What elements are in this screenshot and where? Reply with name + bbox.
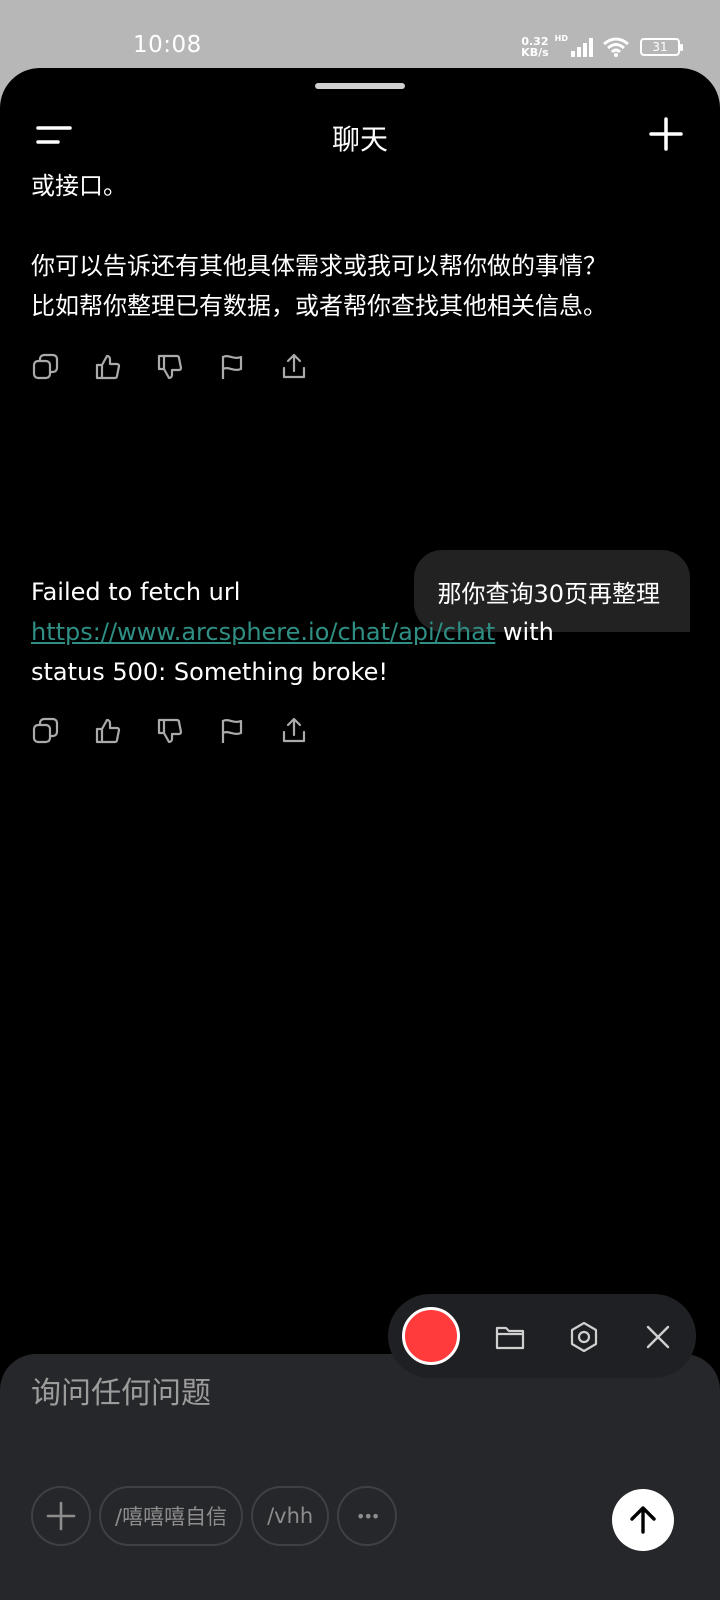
copy-icon[interactable] <box>31 716 61 746</box>
arrow-up-icon <box>630 1506 656 1534</box>
assistant-message: 或接口。 你可以告诉还有其他具体需求或我可以帮你做的事情？ 比如帮你整理已有数据… <box>31 166 671 326</box>
plus-icon[interactable] <box>648 116 684 152</box>
network-speed: 0.32 KB/s <box>521 35 549 59</box>
status-time: 10:08 <box>133 32 202 58</box>
folder-icon[interactable] <box>494 1321 526 1353</box>
message-actions <box>31 716 309 748</box>
error-line: Failed to fetch url <box>31 578 241 606</box>
chat-screen: 聊天 或接口。 你可以告诉还有其他具体需求或我可以帮你做的事情？ 比如帮你整理已… <box>0 68 720 1600</box>
message-line: 或接口。 <box>31 172 127 200</box>
flag-icon[interactable] <box>217 352 247 382</box>
error-line-link: https://www.arcsphere.io/chat/api/chat w… <box>31 618 554 646</box>
error-url-link[interactable]: https://www.arcsphere.io/chat/api/chat <box>31 618 495 646</box>
record-button[interactable] <box>402 1307 460 1365</box>
share-icon[interactable] <box>279 716 309 746</box>
header: 聊天 <box>0 108 720 164</box>
settings-hex-icon[interactable] <box>568 1321 600 1353</box>
message-line: 你可以告诉还有其他具体需求或我可以帮你做的事情？ <box>31 252 607 280</box>
more-options-button[interactable]: ••• <box>337 1486 398 1546</box>
page-title: 聊天 <box>331 123 388 156</box>
error-line: status 500: Something broke! <box>31 658 389 686</box>
thumbs-up-icon[interactable] <box>93 716 123 746</box>
message-line: 比如帮你整理已有数据，或者帮你查找其他相关信息。 <box>31 292 607 320</box>
battery-indicator: 31 <box>640 38 683 56</box>
floating-toolbar <box>388 1294 696 1378</box>
composer-chips: /嘻嘻嘻自信 /vhh ••• <box>31 1486 398 1546</box>
add-attachment-button[interactable] <box>31 1486 91 1546</box>
signal-icon <box>571 38 593 57</box>
share-icon[interactable] <box>279 352 309 382</box>
composer: /嘻嘻嘻自信 /vhh ••• <box>0 1354 720 1600</box>
status-bar: 10:08 0.32 KB/s HD 31 <box>0 0 720 68</box>
thumbs-down-icon[interactable] <box>155 716 185 746</box>
message-actions <box>31 352 309 384</box>
send-button[interactable] <box>612 1489 674 1551</box>
sheet-grabber[interactable] <box>315 83 405 89</box>
copy-icon[interactable] <box>31 352 61 382</box>
thumbs-up-icon[interactable] <box>93 352 123 382</box>
plus-icon <box>46 1501 76 1531</box>
close-icon[interactable] <box>642 1321 674 1353</box>
status-indicators: 0.32 KB/s HD 31 <box>521 34 683 60</box>
thumbs-down-icon[interactable] <box>155 352 185 382</box>
shortcut-chip[interactable]: /嘻嘻嘻自信 <box>99 1486 244 1546</box>
wifi-icon <box>603 37 629 57</box>
shortcut-chip[interactable]: /vhh <box>251 1486 330 1546</box>
chat-messages: 或接口。 你可以告诉还有其他具体需求或我可以帮你做的事情？ 比如帮你整理已有数据… <box>0 164 720 1354</box>
hd-badge: HD <box>554 34 568 43</box>
assistant-error-message: Failed to fetch url https://www.arcspher… <box>31 572 671 692</box>
flag-icon[interactable] <box>217 716 247 746</box>
